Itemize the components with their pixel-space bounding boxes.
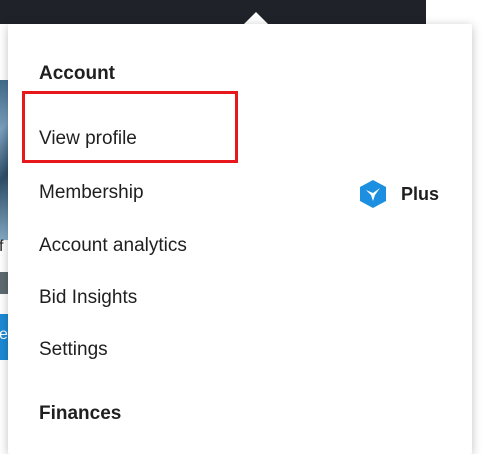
- view-profile-link[interactable]: View profile: [39, 128, 137, 150]
- bird-badge-icon: [358, 179, 388, 209]
- membership-plus-badge: Plus: [358, 178, 439, 210]
- finances-heading: Finances: [39, 403, 122, 424]
- background-image-fragment-2: [0, 272, 8, 294]
- background-image-fragment: [0, 80, 8, 240]
- background-letter-2: e: [0, 326, 8, 343]
- background-button-fragment: e: [0, 314, 8, 360]
- plus-label: Plus: [401, 183, 440, 204]
- settings-link[interactable]: Settings: [39, 339, 108, 361]
- account-heading: Account: [39, 63, 115, 84]
- dropdown-caret: [244, 12, 268, 24]
- account-analytics-link[interactable]: Account analytics: [39, 235, 187, 257]
- highlight-box: [22, 91, 238, 163]
- membership-link[interactable]: Membership: [39, 182, 144, 204]
- bid-insights-link[interactable]: Bid Insights: [39, 287, 137, 309]
- background-letter: f: [0, 238, 4, 255]
- topbar-edge: [426, 0, 488, 24]
- background-text-fragment: f: [0, 238, 8, 260]
- account-dropdown-menu: Account View profile Membership Plus Acc…: [8, 24, 472, 454]
